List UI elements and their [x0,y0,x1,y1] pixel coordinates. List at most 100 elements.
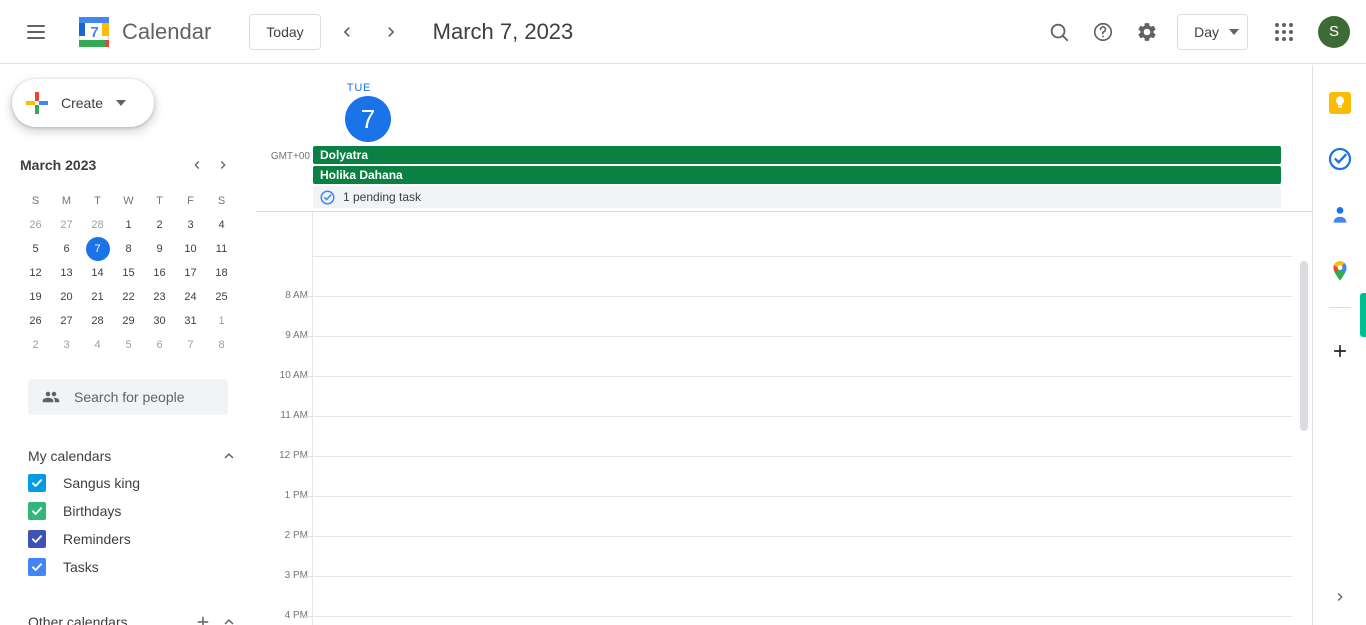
mini-calendar-day[interactable]: 20 [51,285,82,309]
mini-calendar-day[interactable]: 15 [113,261,144,285]
my-calendars-header[interactable]: My calendars [28,443,242,469]
mini-calendar-day[interactable]: 17 [175,261,206,285]
left-sidebar: Create March 2023 S M T W T F S 26 27 28 1 2 3 4 5 6 7 8 9… [0,65,256,625]
mini-calendar-day[interactable]: 21 [82,285,113,309]
event-title: Holika Dahana [320,168,403,182]
mini-calendar-day[interactable]: 31 [175,309,206,333]
day-number-badge[interactable]: 7 [345,96,391,142]
mini-calendar-day[interactable]: 1 [206,309,237,333]
create-button[interactable]: Create [12,79,154,127]
mini-calendar-day[interactable]: 18 [206,261,237,285]
app-header: 7 Calendar Today March 7, 2023 Day S [0,0,1366,64]
calendar-checkbox[interactable] [28,474,46,492]
mini-calendar-selected-day[interactable]: 7 [82,237,113,261]
hamburger-menu-icon[interactable] [12,8,60,56]
hour-gridline [312,296,1292,297]
side-panel-accent-indicator[interactable] [1360,293,1366,337]
mini-calendar-day[interactable]: 26 [20,213,51,237]
all-day-event[interactable]: Dolyatra [313,146,1281,164]
mini-calendar-day[interactable]: 28 [82,309,113,333]
apps-grid-icon [1275,22,1293,41]
add-other-calendar-button[interactable] [190,609,216,625]
mini-calendar-day[interactable]: 6 [144,333,175,357]
mini-calendar-day[interactable]: 27 [51,213,82,237]
my-calendars-collapse-button[interactable] [216,443,242,469]
google-apps-button[interactable] [1262,10,1306,54]
mini-calendar-day[interactable]: 22 [113,285,144,309]
calendar-checkbox[interactable] [28,558,46,576]
mini-calendar-day[interactable]: 24 [175,285,206,309]
mini-calendar-day[interactable]: 2 [144,213,175,237]
avatar[interactable]: S [1318,15,1350,48]
mini-calendar-day[interactable]: 2 [20,333,51,357]
mini-calendar-day[interactable]: 7 [175,333,206,357]
settings-button[interactable] [1125,10,1169,54]
mini-calendar-day[interactable]: 6 [51,237,82,261]
mini-calendar-day[interactable]: 1 [113,213,144,237]
mini-calendar-next-button[interactable] [210,152,236,178]
google-keep-icon[interactable] [1328,91,1352,115]
mini-calendar-day[interactable]: 11 [206,237,237,261]
mini-calendar-day[interactable]: 16 [144,261,175,285]
mini-calendar-dow: W [123,195,134,207]
mini-calendar-day[interactable]: 19 [20,285,51,309]
google-maps-icon[interactable] [1328,259,1352,283]
plus-icon [1334,345,1346,357]
chevron-left-icon [194,161,200,169]
mini-calendar-day[interactable]: 27 [51,309,82,333]
mini-calendar-dow: F [187,195,194,207]
other-calendars-header[interactable]: Other calendars [28,609,242,625]
mini-calendar-month: March 2023 [20,157,97,173]
mini-calendar-day[interactable]: 3 [51,333,82,357]
mini-calendar-day[interactable]: 9 [144,237,175,261]
hour-gridline [312,536,1292,537]
mini-calendar-day[interactable]: 5 [113,333,144,357]
other-calendars-collapse-button[interactable] [216,609,242,625]
mini-calendar-day[interactable]: 4 [82,333,113,357]
my-calendar-item[interactable]: Birthdays [28,497,242,525]
google-tasks-icon[interactable] [1328,147,1352,171]
mini-calendar-day[interactable]: 5 [20,237,51,261]
mini-calendar-day[interactable]: 23 [144,285,175,309]
people-icon [42,388,60,406]
my-calendar-item[interactable]: Reminders [28,525,242,553]
search-people-placeholder: Search for people [74,389,185,405]
next-day-button[interactable] [373,14,409,50]
mini-calendar-day[interactable]: 8 [206,333,237,357]
mini-calendar-day[interactable]: 13 [51,261,82,285]
mini-calendar-day[interactable]: 25 [206,285,237,309]
mini-calendar-day[interactable]: 26 [20,309,51,333]
today-button[interactable]: Today [249,13,321,50]
google-contacts-icon[interactable] [1328,203,1352,227]
hour-label: 3 PM [284,570,308,581]
mini-calendar-prev-button[interactable] [184,152,210,178]
mini-calendar-day[interactable]: 8 [113,237,144,261]
expand-side-panel-button[interactable] [1328,585,1352,609]
calendar-logo-icon[interactable]: 7 [74,12,114,52]
hour-tick [304,336,312,337]
my-calendar-item[interactable]: Sangus king [28,469,242,497]
my-calendar-item[interactable]: Tasks [28,553,242,581]
previous-day-button[interactable] [329,14,365,50]
mini-calendar-day[interactable]: 30 [144,309,175,333]
mini-calendar-day[interactable]: 4 [206,213,237,237]
mini-calendar-day[interactable]: 14 [82,261,113,285]
pending-task-row[interactable]: 1 pending task [313,186,1281,208]
help-button[interactable] [1081,10,1125,54]
calendar-checkbox[interactable] [28,530,46,548]
mini-calendar-day[interactable]: 12 [20,261,51,285]
search-people-input[interactable]: Search for people [28,379,228,415]
calendar-name: Sangus king [63,475,141,491]
add-app-button[interactable] [1328,339,1352,363]
all-day-event[interactable]: Holika Dahana [313,166,1281,184]
mini-calendar-day[interactable]: 29 [113,309,144,333]
calendar-checkbox[interactable] [28,502,46,520]
mini-calendar-day[interactable]: 3 [175,213,206,237]
view-selector[interactable]: Day [1177,13,1248,50]
chevron-left-icon [343,26,350,37]
mini-calendar-day[interactable]: 10 [175,237,206,261]
other-calendars-title: Other calendars [28,614,128,625]
day-view-scrollbar[interactable] [1300,261,1308,431]
mini-calendar-day[interactable]: 28 [82,213,113,237]
search-button[interactable] [1037,10,1081,54]
